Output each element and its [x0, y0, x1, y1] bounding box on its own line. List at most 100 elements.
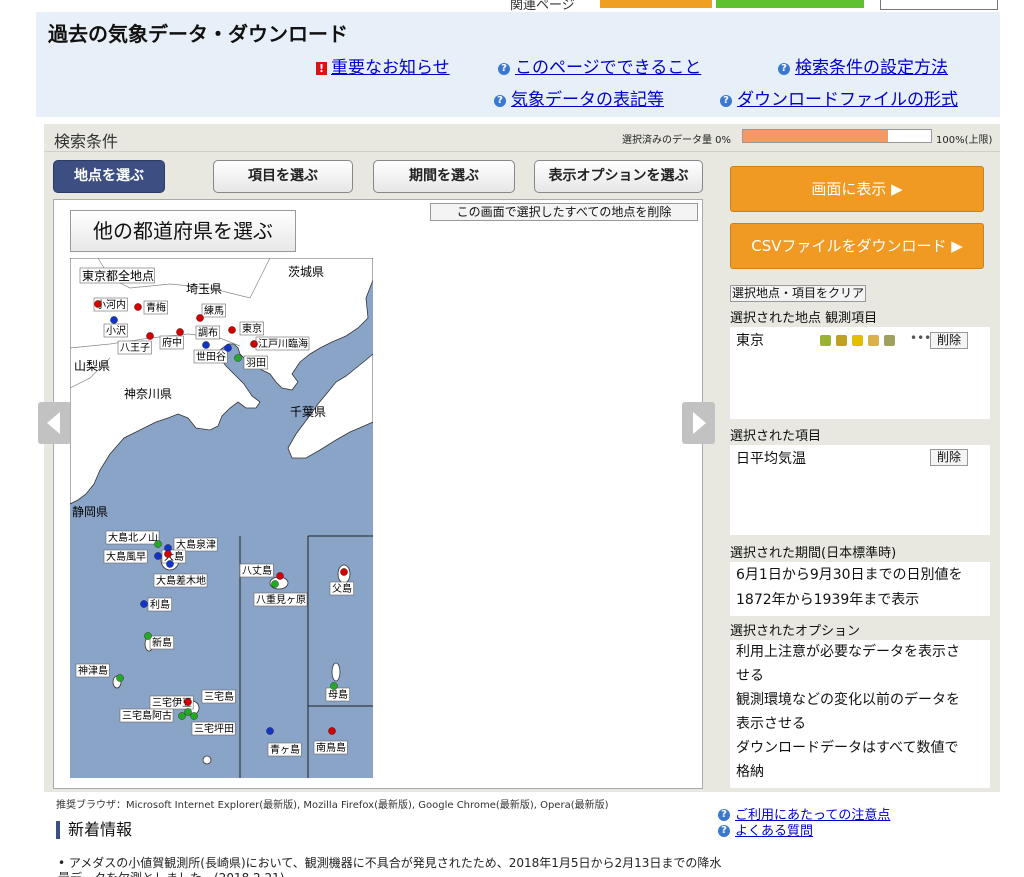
station-marker[interactable]: [202, 341, 210, 349]
station-marker[interactable]: [154, 552, 162, 560]
notation-link[interactable]: ? 気象データの表記等: [494, 85, 664, 110]
svg-text:埼玉県: 埼玉県: [186, 282, 222, 296]
selected-option-line: ダウンロードデータはすべて数値で: [736, 740, 959, 756]
station-marker[interactable]: [176, 328, 184, 336]
faq-link[interactable]: ? よくある質問: [718, 820, 813, 839]
station-label[interactable]: 父島: [329, 581, 354, 596]
selected-stations-box: 東京 ••• 削除: [730, 327, 990, 419]
station-marker[interactable]: [190, 712, 198, 720]
tab-select-period[interactable]: 期間を選ぶ: [373, 160, 515, 193]
station-label[interactable]: 大島差木地: [153, 573, 208, 588]
station-label[interactable]: 大島風早: [103, 549, 148, 564]
station-label[interactable]: 江戸川臨海: [255, 336, 310, 351]
related-tab-outline[interactable]: [880, 0, 998, 10]
station-label[interactable]: 三宅島阿古: [119, 708, 174, 723]
clear-selection-button[interactable]: 選択地点・項目をクリア: [730, 285, 866, 302]
wind-icon: [884, 335, 895, 346]
station-label[interactable]: 八丈島: [239, 563, 274, 578]
station-marker[interactable]: [234, 354, 242, 362]
clear-all-stations-button[interactable]: この画面で選択したすべての地点を削除: [430, 203, 698, 221]
station-label[interactable]: 南鳥島: [313, 740, 348, 755]
tab-select-item[interactable]: 項目を選ぶ: [213, 160, 353, 193]
related-tab-green[interactable]: [716, 0, 864, 8]
station-label[interactable]: 母島: [325, 687, 350, 702]
station-label[interactable]: 八王子: [117, 340, 152, 355]
download-csv-button[interactable]: CSVファイルをダウンロード ▶: [730, 223, 984, 269]
station-marker[interactable]: [144, 632, 152, 640]
station-label[interactable]: 青梅: [143, 300, 168, 315]
station-label[interactable]: 東京: [239, 321, 264, 336]
station-label[interactable]: 三宅坪田: [191, 721, 236, 736]
file-format-link[interactable]: ? ダウンロードファイルの形式: [720, 85, 958, 110]
station-marker[interactable]: [196, 314, 204, 322]
related-tab-orange[interactable]: [600, 0, 712, 8]
chevron-left-icon: [47, 412, 60, 434]
station-marker[interactable]: [250, 340, 258, 348]
question-icon: ?: [720, 95, 732, 107]
station-marker[interactable]: [166, 560, 174, 568]
island-hahajima: [331, 662, 341, 682]
other-prefecture-button[interactable]: 他の都道府県を選ぶ: [70, 210, 296, 252]
next-arrow-button[interactable]: [682, 402, 715, 444]
news-title: 新着情報: [56, 821, 132, 839]
tokyo-map[interactable]: 東京都全地点 埼玉県 茨城県 山梨県 神奈川県 千葉県 静岡県 小河内 青梅 練馬 小沢 八王子 府中調…: [70, 258, 373, 778]
svg-text:神奈川県: 神奈川県: [124, 387, 172, 401]
station-marker[interactable]: [164, 550, 172, 558]
prev-arrow-button[interactable]: [38, 402, 71, 444]
display-on-screen-button[interactable]: 画面に表示 ▶: [730, 166, 984, 212]
delete-station-button[interactable]: 削除: [930, 332, 968, 349]
tab-select-station[interactable]: 地点を選ぶ: [53, 160, 165, 193]
station-label[interactable]: 八重見ヶ原: [253, 592, 308, 607]
station-label[interactable]: 新島: [149, 635, 174, 650]
station-label[interactable]: 府中: [159, 335, 184, 350]
station-marker[interactable]: [140, 600, 148, 608]
station-label[interactable]: 三宅島: [201, 689, 236, 704]
tab-display-options[interactable]: 表示オプションを選ぶ: [534, 160, 703, 193]
station-marker[interactable]: [146, 332, 154, 340]
what-you-can-do-link[interactable]: ? このページでできること: [498, 53, 701, 78]
related-pages-label: 関連ページ: [510, 0, 575, 12]
station-label[interactable]: 調布: [195, 325, 220, 340]
station-marker[interactable]: [276, 572, 284, 580]
station-marker[interactable]: [154, 540, 162, 548]
station-marker[interactable]: [328, 727, 336, 735]
station-label[interactable]: 大島泉津: [173, 537, 218, 552]
important-notice-link[interactable]: ! 重要なお知らせ: [316, 53, 450, 78]
svg-text:大島風早: 大島風早: [106, 550, 146, 563]
station-label[interactable]: 利島: [147, 597, 172, 612]
station-marker[interactable]: [134, 303, 142, 311]
svg-text:父島: 父島: [332, 582, 352, 595]
svg-text:大島泉津: 大島泉津: [176, 538, 216, 551]
station-label[interactable]: 練馬: [201, 303, 226, 318]
selected-period-line: 1872年から1939年まで表示: [736, 592, 920, 608]
station-label[interactable]: 神津島: [75, 663, 110, 678]
selected-options-box: 利用上注意が必要なデータを表示さ せる 観測環境などの変化以前のデータを 表示さ…: [730, 640, 990, 788]
station-marker[interactable]: [94, 300, 102, 308]
station-label[interactable]: 大島北ノ山: [105, 530, 160, 545]
station-label[interactable]: 世田谷: [193, 349, 228, 364]
station-marker[interactable]: [116, 674, 124, 682]
svg-text:羽田: 羽田: [246, 357, 266, 369]
station-marker[interactable]: [266, 727, 274, 735]
data-max-label: 100%(上限): [936, 135, 993, 146]
prefecture-label: 静岡県: [72, 505, 108, 519]
map-svg: 東京都全地点埼玉県茨城県山梨県神奈川県千葉県静岡県小河内 青梅 練馬小沢八王子 府中調…: [70, 258, 373, 778]
station-label[interactable]: 小沢: [103, 323, 128, 338]
delete-item-button[interactable]: 削除: [930, 449, 968, 466]
all-stations-link[interactable]: 東京都全地点: [79, 267, 155, 284]
station-label[interactable]: 青ヶ島: [267, 742, 302, 757]
station-marker[interactable]: [330, 682, 338, 690]
station-marker[interactable]: [340, 568, 348, 576]
station-marker[interactable]: [178, 712, 186, 720]
station-marker[interactable]: [110, 316, 118, 324]
data-amount-bar: [742, 129, 932, 143]
search-howto-link[interactable]: ? 検索条件の設定方法: [778, 53, 948, 78]
station-label[interactable]: 羽田: [243, 355, 268, 370]
selected-option-line: せる: [736, 668, 764, 684]
station-marker[interactable]: [271, 580, 279, 588]
station-marker[interactable]: [228, 326, 236, 334]
station-marker[interactable]: [184, 698, 192, 706]
station-marker[interactable]: [224, 344, 232, 352]
svg-text:府中: 府中: [162, 336, 182, 349]
svg-text:南鳥島: 南鳥島: [316, 741, 346, 754]
